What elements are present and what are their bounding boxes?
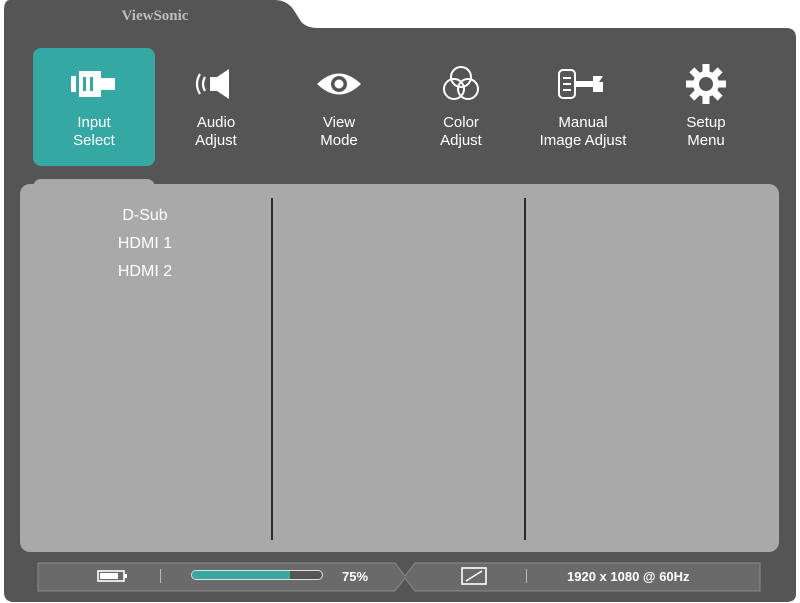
status-separator (526, 569, 527, 583)
tab-manual-image-adjust[interactable]: Manual Image Adjust (522, 48, 644, 166)
status-separator (160, 569, 161, 583)
tab-label: Color Adjust (440, 114, 482, 149)
column-divider (271, 198, 273, 540)
battery-icon (97, 569, 129, 588)
input-option-hdmi1[interactable]: HDMI 1 (85, 235, 205, 253)
tab-color-adjust[interactable]: Color Adjust (400, 48, 522, 166)
tab-label: Input Select (73, 114, 115, 149)
input-option-hdmi2[interactable]: HDMI 2 (85, 263, 205, 281)
eye-icon (278, 64, 400, 104)
input-select-icon (33, 64, 155, 104)
progress-bar (191, 570, 323, 580)
tab-label: Manual Image Adjust (539, 114, 627, 149)
hand-wrench-icon (522, 64, 644, 104)
tab-audio-adjust[interactable]: Audio Adjust (155, 48, 277, 166)
color-circles-icon (400, 64, 522, 104)
gear-icon (645, 64, 767, 104)
tab-view-mode[interactable]: View Mode (278, 48, 400, 166)
tab-label: View Mode (320, 114, 358, 149)
tab-label: Audio Adjust (195, 114, 237, 149)
tab-label: Setup Menu (686, 114, 726, 149)
progress-fill (192, 571, 290, 579)
column-divider (524, 198, 526, 540)
display-icon (461, 567, 487, 590)
resolution-readout: 1920 x 1080 @ 60Hz (567, 569, 690, 584)
tab-input-select[interactable]: Input Select (33, 48, 155, 166)
tab-setup-menu[interactable]: Setup Menu (645, 48, 767, 166)
progress-value: 75% (342, 569, 369, 584)
speaker-icon (155, 64, 277, 104)
brand-logo: ViewSonic (121, 8, 189, 24)
input-option-dsub[interactable]: D-Sub (85, 207, 205, 225)
